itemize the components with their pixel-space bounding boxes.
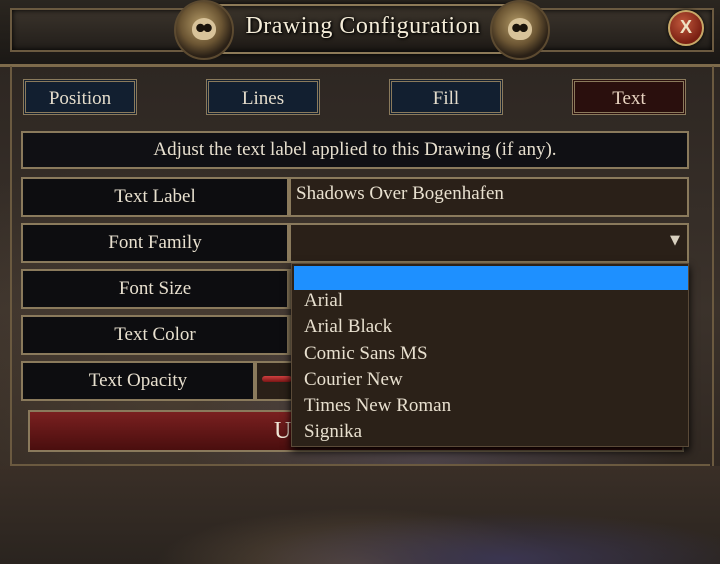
dropdown-option-courier-new[interactable]: Courier New <box>304 367 403 393</box>
font-size-label: Font Size <box>21 269 289 309</box>
text-opacity-slider[interactable] <box>262 376 292 382</box>
window-bottom-border <box>10 464 710 466</box>
tab-fill[interactable]: Fill <box>389 79 503 115</box>
chevron-down-icon[interactable]: ▼ <box>670 233 680 248</box>
font-family-dropdown-list: Arial Arial Black Comic Sans MS Courier … <box>291 263 689 447</box>
drawing-config-window: Drawing Configuration X Position Lines F… <box>0 0 720 564</box>
dropdown-option-arial-black[interactable]: Arial Black <box>304 314 392 340</box>
text-opacity-label: Text Opacity <box>21 361 255 401</box>
dropdown-option-signika[interactable]: Signika <box>304 419 362 445</box>
text-label-label: Text Label <box>21 177 289 217</box>
section-description: Adjust the text label applied to this Dr… <box>21 131 689 169</box>
window-header: Drawing Configuration X <box>0 0 720 67</box>
font-family-label: Font Family <box>21 223 289 263</box>
dropdown-option-times-new-roman[interactable]: Times New Roman <box>304 393 451 419</box>
tab-position[interactable]: Position <box>23 79 137 115</box>
dropdown-option-comic-sans[interactable]: Comic Sans MS <box>304 341 428 367</box>
close-icon: X <box>679 17 692 37</box>
close-button[interactable]: X <box>668 10 704 46</box>
window-title: Drawing Configuration <box>245 13 481 39</box>
tab-lines[interactable]: Lines <box>206 79 320 115</box>
update-button-label: U <box>274 418 292 444</box>
dropdown-option-highlighted[interactable] <box>294 266 688 290</box>
text-label-input[interactable]: Shadows Over Bogenhafen <box>296 178 504 210</box>
tab-text[interactable]: Text <box>572 79 686 115</box>
text-color-label: Text Color <box>21 315 289 355</box>
font-family-select[interactable] <box>289 223 689 263</box>
dropdown-option-arial[interactable]: Arial <box>304 288 343 314</box>
